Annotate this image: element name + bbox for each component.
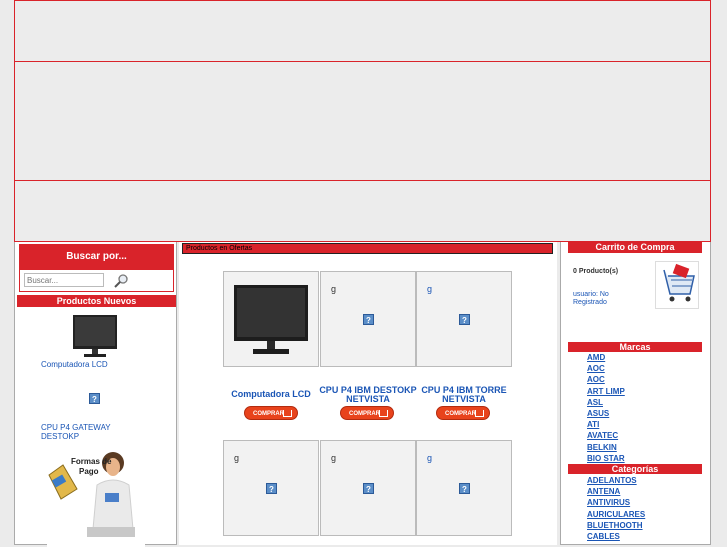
- payment-methods-banner[interactable]: Formas de Pago: [47, 449, 145, 547]
- search-title: Buscar por...: [19, 244, 174, 270]
- brand-item: BELKIN: [587, 442, 625, 453]
- search-icon[interactable]: [113, 273, 129, 289]
- offer-image-monitor[interactable]: [233, 284, 309, 356]
- buy-button[interactable]: COMPRAR: [340, 406, 394, 420]
- category-item: ANTIVIRUS: [587, 497, 645, 508]
- brand-link[interactable]: BIO STAR: [587, 454, 625, 463]
- new-product-link-2[interactable]: CPU P4 GATEWAY DESTOKP: [41, 423, 131, 441]
- brand-item: BIO STAR: [587, 453, 625, 464]
- left-sidebar: Buscar por... Productos Nuevos Computado…: [14, 242, 177, 547]
- promo-text-1: Formas de: [71, 457, 112, 466]
- new-product-image-monitor[interactable]: [72, 314, 118, 359]
- category-link[interactable]: ANTENA: [587, 487, 620, 496]
- brand-link[interactable]: BELKIN: [587, 443, 617, 452]
- category-link[interactable]: AURICULARES: [587, 510, 645, 519]
- new-product-link-1[interactable]: Computadora LCD: [41, 360, 108, 369]
- offer-cell-4[interactable]: g ?: [223, 440, 319, 536]
- brand-item: AVATEC: [587, 430, 625, 441]
- search-box: [19, 270, 174, 292]
- brand-link[interactable]: AOC: [587, 364, 605, 373]
- categories-title: Categorías: [568, 464, 702, 474]
- brands-title: Marcas: [568, 342, 702, 352]
- brand-link[interactable]: AOC: [587, 375, 605, 384]
- header-band-bottom: [14, 180, 711, 242]
- category-item: AURICULARES: [587, 509, 645, 520]
- category-item: ANTENA: [587, 486, 645, 497]
- cart-title: Carrito de Compra: [568, 242, 702, 253]
- category-link[interactable]: CABLES: [587, 532, 620, 541]
- brand-item: AOC: [587, 363, 625, 374]
- offer-cell-5[interactable]: g ?: [320, 440, 416, 536]
- offer-cell-2[interactable]: g ?: [320, 271, 416, 367]
- missing-image-icon[interactable]: ?: [363, 314, 374, 325]
- missing-image-icon[interactable]: ?: [459, 483, 470, 494]
- cart-count: 0 Producto(s): [573, 268, 619, 275]
- brand-link[interactable]: ASL: [587, 398, 603, 407]
- offer-image-alt: g: [331, 284, 337, 294]
- offers-title: Productos en Ofertas: [182, 243, 553, 254]
- header-band-top: [14, 0, 711, 62]
- buy-button[interactable]: COMPRAR: [436, 406, 490, 420]
- offer-product-name[interactable]: CPU P4 IBM DESTOKP NETVISTA: [317, 386, 419, 404]
- brand-link[interactable]: ASUS: [587, 409, 609, 418]
- promo-text-2: Pago: [79, 467, 99, 476]
- brand-item: AOC: [587, 374, 625, 385]
- category-link[interactable]: ADELANTOS: [587, 476, 637, 485]
- category-item: ADELANTOS: [587, 475, 645, 486]
- category-link[interactable]: ANTIVIRUS: [587, 498, 630, 507]
- offer-image-alt: g: [234, 453, 240, 463]
- brand-item: ASUS: [587, 408, 625, 419]
- main-content: Productos en Ofertas g ? g ? Computadora…: [179, 242, 557, 545]
- category-item: CABLES: [587, 531, 645, 542]
- missing-image-icon[interactable]: ?: [459, 314, 470, 325]
- new-products-title: Productos Nuevos: [17, 295, 176, 307]
- search-input[interactable]: [24, 273, 104, 287]
- cart-user-status[interactable]: usuario: No Registrado: [573, 291, 633, 307]
- offer-product-name[interactable]: Computadora LCD: [223, 390, 319, 399]
- offer-cell-6[interactable]: g ?: [416, 440, 512, 536]
- header-band-middle: [14, 61, 711, 181]
- category-item: BLUETHOOTH: [587, 520, 645, 531]
- brand-item: ART LIMP: [587, 386, 625, 397]
- offer-cell-3[interactable]: g ?: [416, 271, 512, 367]
- brands-list: AMD AOC AOC ART LIMP ASL ASUS ATI AVATEC BELKIN B…: [587, 352, 625, 464]
- offer-image-alt: g: [427, 284, 433, 294]
- missing-image-icon[interactable]: ?: [89, 393, 100, 404]
- brand-link[interactable]: ART LIMP: [587, 387, 625, 396]
- brand-item: ATI: [587, 419, 625, 430]
- brand-item: ASL: [587, 397, 625, 408]
- offer-cell-1[interactable]: [223, 271, 319, 367]
- brand-item: AMD: [587, 352, 625, 363]
- offer-product-name[interactable]: CPU P4 IBM TORRE NETVISTA: [416, 386, 512, 404]
- categories-list: ADELANTOS ANTENA ANTIVIRUS AURICULARES BLUET…: [587, 475, 645, 542]
- brand-link[interactable]: AVATEC: [587, 431, 618, 440]
- right-sidebar: Carrito de Compra 0 Producto(s) usuario:…: [560, 242, 711, 545]
- offer-image-alt: g: [331, 453, 337, 463]
- buy-button[interactable]: COMPRAR: [244, 406, 298, 420]
- brand-link[interactable]: ATI: [587, 420, 599, 429]
- missing-image-icon[interactable]: ?: [363, 483, 374, 494]
- category-link[interactable]: BLUETHOOTH: [587, 521, 643, 530]
- brand-link[interactable]: AMD: [587, 353, 605, 362]
- shopping-cart-icon[interactable]: [655, 261, 699, 309]
- offer-image-alt: g: [427, 453, 433, 463]
- missing-image-icon[interactable]: ?: [266, 483, 277, 494]
